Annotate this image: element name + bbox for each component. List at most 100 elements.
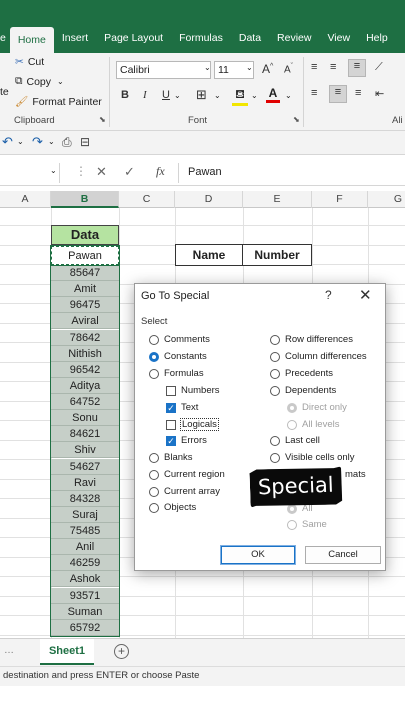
underline-button[interactable]: U bbox=[162, 89, 170, 101]
align-center-icon[interactable]: ≡ bbox=[329, 85, 347, 103]
option-objects[interactable]: Objects bbox=[149, 502, 196, 513]
chevron-down-icon[interactable]: ⌄ bbox=[50, 166, 57, 175]
indent-icon[interactable]: ⇤ bbox=[375, 87, 384, 100]
ok-button[interactable]: OK bbox=[220, 545, 296, 565]
data-cell[interactable]: 65792 bbox=[51, 620, 119, 636]
borders-icon[interactable]: ⊞ bbox=[196, 87, 207, 103]
option-comments[interactable]: Comments bbox=[149, 334, 210, 345]
option-constants[interactable]: Constants bbox=[149, 351, 207, 362]
formula-input[interactable]: Pawan bbox=[188, 166, 222, 178]
data-cell[interactable]: Suman bbox=[51, 604, 119, 620]
data-cell[interactable]: 78642 bbox=[51, 330, 119, 346]
data-cell[interactable]: Amit bbox=[51, 281, 119, 297]
option-same[interactable]: Same bbox=[287, 519, 327, 530]
data-cell[interactable]: Ashok bbox=[51, 571, 119, 587]
align-bottom-icon[interactable]: ≡ bbox=[348, 59, 366, 77]
column-header-c[interactable]: C bbox=[119, 191, 175, 208]
tab-data[interactable]: Data bbox=[231, 23, 269, 53]
cancel-button[interactable]: Cancel bbox=[305, 546, 381, 564]
customize-toolbar-icon[interactable]: ⊟ bbox=[80, 135, 90, 149]
data-cell[interactable]: 84328 bbox=[51, 491, 119, 507]
option-current-array[interactable]: Current array bbox=[149, 486, 220, 497]
close-button[interactable]: ✕ bbox=[359, 286, 372, 304]
cut-button[interactable]: ✂ Cut bbox=[15, 56, 44, 68]
tab-insert[interactable]: Insert bbox=[54, 23, 96, 53]
data-cell[interactable]: Suraj bbox=[51, 507, 119, 523]
option-row-differences[interactable]: Row differences bbox=[270, 334, 353, 345]
column-header-d[interactable]: D bbox=[175, 191, 243, 208]
chevron-down-icon[interactable]: ⌄ bbox=[204, 63, 211, 72]
insert-function-button[interactable]: fx bbox=[156, 164, 165, 179]
bold-button[interactable]: B bbox=[121, 89, 129, 101]
decrease-font-icon[interactable]: Aˇ bbox=[284, 63, 293, 75]
data-cell[interactable]: 54627 bbox=[51, 459, 119, 475]
add-sheet-button[interactable]: + bbox=[114, 644, 129, 659]
option-visible-cells-only[interactable]: Visible cells only bbox=[270, 452, 355, 463]
option-precedents[interactable]: Precedents bbox=[270, 368, 333, 379]
fill-color-icon[interactable]: ⛾ bbox=[232, 87, 248, 106]
column-header-a[interactable]: A bbox=[0, 191, 51, 208]
option-current-region[interactable]: Current region bbox=[149, 469, 225, 480]
data-cell[interactable]: Anil bbox=[51, 539, 119, 555]
option-blanks[interactable]: Blanks bbox=[149, 452, 193, 463]
data-cell[interactable]: 96475 bbox=[51, 297, 119, 313]
checkbox-text[interactable]: ✓ Text bbox=[166, 402, 198, 413]
data-cell[interactable]: Ravi bbox=[51, 475, 119, 491]
option-last-cell[interactable]: Last cell bbox=[270, 435, 320, 446]
data-cell[interactable]: 85647 bbox=[51, 265, 119, 281]
redo-icon[interactable]: ↷ bbox=[32, 134, 43, 150]
dialog-launcher-icon[interactable]: ⬊ bbox=[99, 115, 106, 124]
tab-help[interactable]: Help bbox=[358, 23, 396, 53]
chevron-down-icon[interactable]: ⌄ bbox=[174, 91, 181, 100]
data-cell[interactable]: 96542 bbox=[51, 362, 119, 378]
italic-button[interactable]: I bbox=[143, 89, 147, 101]
copy-button[interactable]: ⧉ Copy ⌄ bbox=[15, 75, 64, 88]
data-header-cell[interactable]: Data bbox=[51, 225, 119, 245]
align-middle-icon[interactable]: ≡ bbox=[330, 61, 336, 73]
chevron-down-icon[interactable]: ⌄ bbox=[48, 137, 55, 146]
option-conditional-formats[interactable]: mats bbox=[345, 469, 366, 480]
orientation-icon[interactable]: ⟋ bbox=[375, 61, 383, 74]
data-cell[interactable]: Aviral bbox=[51, 313, 119, 329]
data-cell[interactable]: Shiv bbox=[51, 442, 119, 458]
enter-icon[interactable]: ✓ bbox=[124, 164, 135, 180]
column-header-e[interactable]: E bbox=[243, 191, 312, 208]
option-formulas[interactable]: Formulas bbox=[149, 368, 204, 379]
checkbox-logicals[interactable]: Logicals bbox=[166, 418, 219, 431]
name-header-cell[interactable]: Name bbox=[175, 244, 243, 266]
chevron-down-icon[interactable]: ⌄ bbox=[246, 63, 253, 72]
data-cell[interactable]: Aditya bbox=[51, 378, 119, 394]
option-direct-only[interactable]: Direct only bbox=[287, 402, 347, 413]
help-button[interactable]: ? bbox=[325, 288, 332, 302]
data-cell[interactable]: Sonu bbox=[51, 410, 119, 426]
chevron-down-icon[interactable]: ⌄ bbox=[17, 137, 24, 146]
data-cell[interactable]: 64752 bbox=[51, 394, 119, 410]
tab-review[interactable]: Review bbox=[269, 23, 319, 53]
align-right-icon[interactable]: ≡ bbox=[355, 87, 361, 99]
data-cell[interactable]: 84621 bbox=[51, 426, 119, 442]
tab-home[interactable]: Home bbox=[9, 27, 54, 53]
align-left-icon[interactable]: ≡ bbox=[311, 87, 317, 99]
sheet-tab-sheet1[interactable]: Sheet1 bbox=[40, 639, 94, 665]
cancel-icon[interactable]: ✕ bbox=[96, 164, 107, 180]
data-cell[interactable]: 93571 bbox=[51, 588, 119, 604]
option-column-differences[interactable]: Column differences bbox=[270, 351, 367, 362]
option-all-levels[interactable]: All levels bbox=[287, 419, 340, 430]
data-cell[interactable]: Nithish bbox=[51, 346, 119, 362]
chevron-down-icon[interactable]: ⌄ bbox=[251, 91, 258, 100]
font-name-combo[interactable]: Calibri bbox=[116, 61, 211, 79]
chevron-down-icon[interactable]: ⌄ bbox=[214, 91, 221, 100]
column-header-b[interactable]: B bbox=[51, 191, 119, 208]
sheet-nav-icon[interactable]: … bbox=[4, 645, 14, 656]
data-cell[interactable]: 75485 bbox=[51, 523, 119, 539]
data-cell[interactable]: 46259 bbox=[51, 555, 119, 571]
column-header-g[interactable]: G bbox=[368, 191, 405, 208]
tab-view[interactable]: View bbox=[319, 23, 358, 53]
print-preview-icon[interactable]: ⎙ bbox=[62, 135, 72, 150]
number-header-cell[interactable]: Number bbox=[242, 244, 312, 266]
font-color-icon[interactable]: A bbox=[266, 86, 280, 103]
column-header-f[interactable]: F bbox=[312, 191, 368, 208]
undo-icon[interactable]: ↶ bbox=[2, 134, 13, 150]
format-painter-button[interactable]: 🖌 Format Painter bbox=[15, 95, 102, 109]
align-top-icon[interactable]: ≡ bbox=[311, 61, 317, 73]
